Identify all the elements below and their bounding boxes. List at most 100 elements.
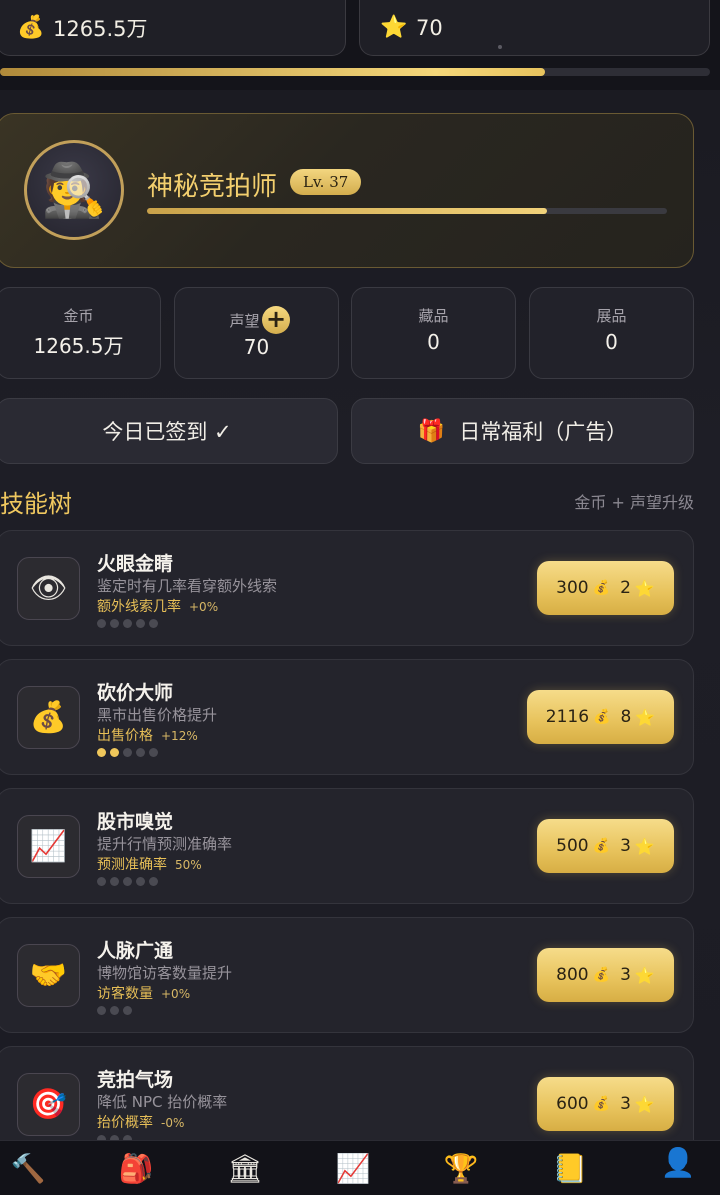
skill-level-pip (136, 619, 145, 628)
skill-card: 💰 砍价大师 黑市出售价格提升 出售价格 +12% 2116 💰 8 ⭐ (0, 659, 694, 775)
fame-cost: 8 (620, 707, 632, 727)
nav-stock-market[interactable]: 📈 (333, 1149, 373, 1189)
fame-cost: 2 (620, 578, 631, 598)
skill-level-pips (97, 619, 158, 628)
skill-level-pip (136, 877, 145, 886)
star-icon: ⭐ (634, 836, 655, 856)
gold-cost: 300 (556, 578, 589, 598)
level-progress-bar (147, 208, 667, 214)
detective-icon: 🕵 (41, 160, 107, 221)
star-icon: ⭐ (380, 15, 408, 40)
upgrade-button[interactable]: 600 💰 3 ⭐ (537, 1077, 674, 1131)
skill-level-pip (110, 619, 119, 628)
skill-level-pip (149, 748, 158, 757)
gold-resource-box[interactable]: 💰 1265.5万 (0, 0, 346, 56)
player-name: 神秘竞拍师 (147, 172, 278, 202)
hammer-icon: 🔨 (10, 1152, 46, 1185)
handshake-icon: 🤝 (17, 944, 80, 1007)
stat-gold: 金币 1265.5万 (0, 287, 161, 379)
xp-progress-bar (0, 68, 710, 76)
daily-welfare-label: 日常福利（广告） (459, 420, 628, 444)
gift-icon: 🎁 (417, 418, 446, 444)
skill-level-pip (97, 877, 106, 886)
user-icon: 👤 (660, 1146, 696, 1179)
skill-name: 股市嗅觉 (97, 811, 174, 833)
nav-ledger[interactable]: 📒 (550, 1149, 590, 1189)
upgrade-button[interactable]: 2116 💰 8 ⭐ (527, 690, 674, 744)
skill-stat-label: 预测准确率 (97, 857, 167, 873)
add-fame-button[interactable]: + (262, 306, 290, 334)
page: 💰 1265.5万 ⭐ 70 🕵 神秘竞拍师 Lv. 37 金币 1265.5万… (0, 0, 720, 1195)
skill-level-pips (97, 1006, 132, 1015)
skill-level-pip (123, 1006, 132, 1015)
bottom-nav: 🔨 🎒 🏛 📈 🏆 📒 👤 (0, 1140, 720, 1195)
checkin-label: 今日已签到 ✓ (102, 420, 232, 444)
skill-card: 🤝 人脉广通 博物馆访客数量提升 访客数量 +0% 800 💰 3 ⭐ (0, 917, 694, 1033)
indicator-dot (498, 45, 502, 49)
gold-value: 1265.5万 (53, 16, 148, 41)
ledger-icon: 📒 (552, 1152, 588, 1185)
skill-level-pip (97, 748, 106, 757)
checkin-button[interactable]: 今日已签到 ✓ (0, 398, 338, 464)
skill-name: 火眼金睛 (97, 553, 174, 575)
stat-value: 0 (427, 330, 440, 354)
money-bag-icon: 💰 (592, 838, 611, 854)
skill-description: 黑市出售价格提升 (97, 706, 218, 724)
upgrade-button[interactable]: 500 💰 3 ⭐ (537, 819, 674, 873)
skill-stat: 额外线索几率 +0% (97, 596, 218, 616)
upgrade-button[interactable]: 800 💰 3 ⭐ (537, 948, 674, 1002)
avatar[interactable]: 🕵 (24, 140, 124, 240)
skill-card: 👁 火眼金睛 鉴定时有几率看穿额外线索 额外线索几率 +0% 300 💰 2 ⭐ (0, 530, 694, 646)
stat-value: 0 (605, 330, 618, 354)
skill-stat-value: -0% (161, 1116, 185, 1130)
gold-cost: 800 (556, 965, 589, 985)
target-icon: 🎯 (17, 1073, 80, 1136)
chart-increasing-icon: 📈 (335, 1152, 371, 1185)
skill-level-pip (136, 748, 145, 757)
star-icon: ⭐ (635, 707, 656, 727)
museum-icon: 🏛 (227, 1152, 263, 1185)
skill-level-pip (149, 619, 158, 628)
fame-cost: 3 (620, 965, 631, 985)
skill-description: 降低 NPC 抬价概率 (97, 1093, 228, 1111)
skill-description: 鉴定时有几率看穿额外线索 (97, 577, 278, 595)
skill-name: 竞拍气场 (97, 1069, 174, 1091)
skill-level-pip (97, 1006, 106, 1015)
skill-stat: 访客数量 +0% (97, 983, 190, 1003)
gold-cost: 600 (556, 1094, 589, 1114)
money-bag-icon: 💰 (593, 709, 611, 725)
fame-resource-box[interactable]: ⭐ 70 (359, 0, 710, 56)
skill-name: 人脉广通 (97, 940, 174, 962)
nav-museum[interactable]: 🏛 (225, 1149, 265, 1189)
nav-backpack[interactable]: 🎒 (116, 1149, 156, 1189)
fame-value: 70 (416, 15, 443, 40)
nav-ranking[interactable]: 🏆 (441, 1149, 481, 1189)
money-bag-icon: 💰 (592, 967, 611, 983)
skill-level-pip (123, 619, 132, 628)
skill-description: 提升行情预测准确率 (97, 835, 233, 853)
trophy-icon: 🏆 (443, 1152, 479, 1185)
nav-profile[interactable]: 👤 (658, 1143, 698, 1183)
stat-label: 金币 (63, 307, 94, 325)
stat-label: 展品 (596, 307, 627, 325)
skill-level-pip (97, 619, 106, 628)
skill-card: 📈 股市嗅觉 提升行情预测准确率 预测准确率 50% 500 💰 3 ⭐ (0, 788, 694, 904)
skill-stat: 出售价格 +12% (97, 725, 198, 745)
stat-value: 70 (243, 335, 270, 359)
upgrade-button[interactable]: 300 💰 2 ⭐ (537, 561, 674, 615)
skill-stat: 预测准确率 50% (97, 854, 202, 874)
skill-level-pips (97, 748, 158, 757)
eye-icon: 👁 (17, 557, 80, 620)
star-icon: ⭐ (634, 578, 655, 598)
fame-cost: 3 (620, 1094, 631, 1114)
nav-auction[interactable]: 🔨 (8, 1149, 48, 1189)
skill-stat-value: 50% (175, 858, 202, 872)
money-bag-icon: 💰 (17, 686, 80, 749)
xp-progress-fill (0, 68, 545, 76)
skill-level-pip (110, 877, 119, 886)
stat-label: 藏品 (418, 307, 449, 325)
gold-cost: 500 (556, 836, 589, 856)
skill-level-pip (149, 877, 158, 886)
star-icon: ⭐ (634, 965, 655, 985)
daily-welfare-button[interactable]: 🎁 日常福利（广告） (351, 398, 694, 464)
